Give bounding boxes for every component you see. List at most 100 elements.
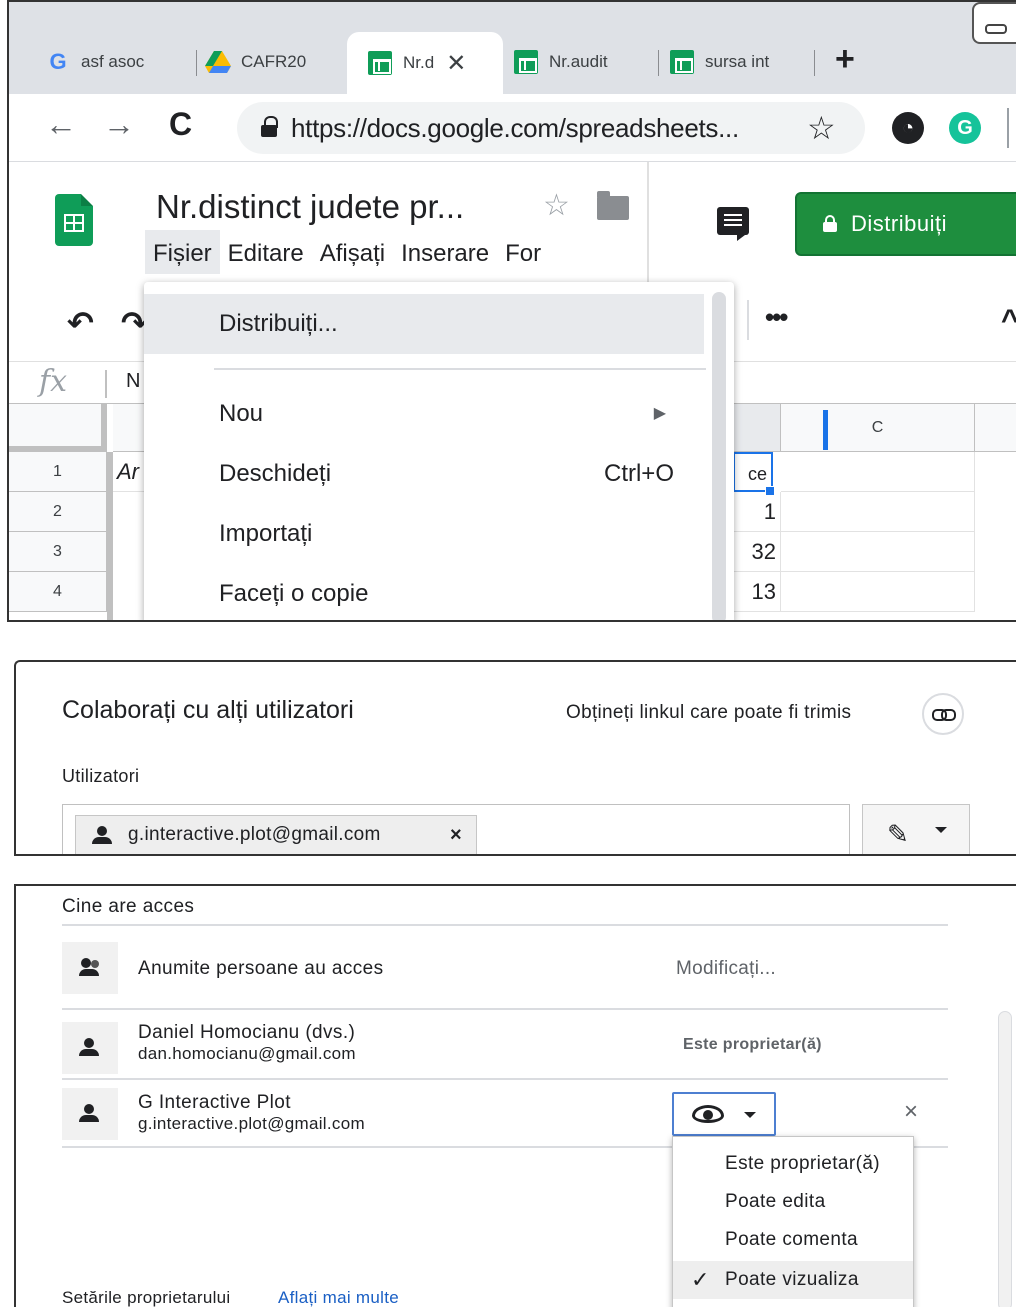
- back-arrow-icon[interactable]: ←: [45, 106, 77, 143]
- menu-item-label: Nou: [219, 400, 264, 427]
- row-header[interactable]: 3: [9, 532, 107, 572]
- cell-b3[interactable]: 32: [733, 532, 781, 572]
- dialog-title: Colaborați cu alți utilizatori: [62, 696, 354, 724]
- document-title[interactable]: Nr.distinct judete pr...: [156, 188, 464, 226]
- share-dialog: Colaborați cu alți utilizatori Obțineți …: [14, 660, 1016, 856]
- share-button[interactable]: Distribuiți: [795, 192, 1016, 256]
- menu-bar: Fișier Editare Afișați Inserare For: [145, 230, 549, 274]
- window-control-button[interactable]: [972, 2, 1016, 44]
- new-tab-button[interactable]: +: [835, 40, 855, 79]
- row-header[interactable]: 1: [9, 452, 107, 492]
- sheets-logo-icon[interactable]: [55, 194, 93, 246]
- grammarly-icon[interactable]: G: [949, 112, 981, 144]
- tab-label: asf asoc: [81, 52, 145, 71]
- role-option-comment[interactable]: Poate comenta: [673, 1221, 913, 1259]
- row-header[interactable]: 4: [9, 572, 107, 612]
- menu-item-label: Distribuiți...: [219, 310, 338, 337]
- shortcut-text: Ctrl+O: [603, 460, 674, 487]
- submenu-arrow-icon: ▶: [653, 405, 666, 422]
- share-label: Distribuiți: [851, 211, 947, 236]
- menu-item-make-copy[interactable]: Faceți o copie: [144, 564, 704, 620]
- sheets-icon: [367, 50, 393, 76]
- tab-nr-d-active[interactable]: Nr.d ✕: [347, 32, 503, 94]
- users-label: Utilizatori: [62, 766, 140, 786]
- column-header-b[interactable]: [733, 404, 781, 452]
- role-option-label: Poate vizualiza: [725, 1269, 859, 1290]
- sheets-icon: [669, 49, 695, 75]
- menu-scrollbar[interactable]: [712, 292, 726, 620]
- reload-icon[interactable]: C: [169, 106, 192, 143]
- cell-c4[interactable]: [781, 572, 975, 612]
- menu-insert[interactable]: Inserare: [393, 230, 497, 274]
- person-email: g.interactive.plot@gmail.com: [138, 1114, 365, 1133]
- menu-item-import[interactable]: Importați: [144, 504, 704, 564]
- row-header[interactable]: 2: [9, 492, 107, 532]
- comment-icon[interactable]: [717, 207, 749, 241]
- forward-arrow-icon[interactable]: →: [103, 106, 135, 143]
- tab-cafr[interactable]: CAFR20: [205, 40, 345, 84]
- menu-item-label: Faceți o copie: [219, 580, 369, 607]
- cell-c2[interactable]: [781, 492, 975, 532]
- cell-c1[interactable]: [781, 452, 975, 492]
- scrollbar[interactable]: [998, 1011, 1012, 1307]
- menu-item-open[interactable]: Deschideți Ctrl+O: [144, 444, 704, 504]
- tab-label: Nr.d: [403, 53, 435, 72]
- file-menu-dropdown: Distribuiți... Nou ▶ Deschideți Ctrl+O I…: [144, 282, 734, 620]
- sheets-icon: [513, 49, 539, 75]
- fx-icon: fx: [39, 364, 68, 399]
- learn-more-link[interactable]: Aflați mai multe: [278, 1288, 399, 1307]
- tab-asf[interactable]: G asf asoc: [45, 40, 197, 84]
- eye-icon: [692, 1105, 724, 1123]
- permission-button[interactable]: ✎: [862, 804, 970, 854]
- access-heading: Cine are acces: [62, 896, 195, 917]
- doc-header: Nr.distinct judete pr... ☆ Fișier Editar…: [9, 162, 1016, 282]
- star-icon[interactable]: ☆: [543, 188, 570, 223]
- avatar: [62, 1022, 118, 1074]
- checkmark-icon: ✓: [691, 1267, 710, 1292]
- close-icon[interactable]: ✕: [446, 49, 466, 78]
- menu-view[interactable]: Afișați: [312, 230, 393, 274]
- users-input[interactable]: g.interactive.plot@gmail.com ×: [62, 804, 850, 854]
- menu-item-share[interactable]: Distribuiți...: [144, 294, 704, 354]
- role-option-owner[interactable]: Este proprietar(ă): [673, 1145, 913, 1183]
- chevron-down-icon: [744, 1112, 756, 1118]
- access-panel: Cine are acces Anumite persoane au acces…: [14, 884, 1016, 1307]
- extension-icon[interactable]: ◔: [892, 112, 924, 144]
- lock-icon: [823, 215, 837, 233]
- undo-icon[interactable]: ↶: [67, 304, 94, 342]
- collapse-icon[interactable]: ^: [1001, 304, 1016, 338]
- formula-input[interactable]: N: [126, 370, 140, 393]
- menu-item-new[interactable]: Nou ▶: [144, 384, 704, 444]
- get-link-text[interactable]: Obțineți linkul care poate fi trimis: [566, 702, 851, 724]
- chip-remove-icon[interactable]: ×: [450, 816, 462, 854]
- cell-c3[interactable]: [781, 532, 975, 572]
- cell-b2[interactable]: 1: [733, 492, 781, 532]
- role-option-view[interactable]: ✓ Poate vizualiza: [673, 1261, 913, 1299]
- folder-icon[interactable]: [597, 191, 629, 220]
- tab-label: sursa int: [705, 52, 770, 71]
- chip-email: g.interactive.plot@gmail.com: [128, 824, 381, 845]
- link-icon[interactable]: [922, 693, 964, 735]
- menu-edit[interactable]: Editare: [220, 230, 312, 274]
- user-chip: g.interactive.plot@gmail.com ×: [75, 815, 477, 854]
- avatar: [62, 1088, 118, 1140]
- omnibox[interactable]: https://docs.google.com/spreadsheets... …: [237, 102, 865, 154]
- column-header-d[interactable]: [975, 404, 1016, 452]
- remove-person-button[interactable]: ×: [904, 1098, 918, 1126]
- tab-nr-audit[interactable]: Nr.audit: [513, 40, 659, 84]
- menu-format[interactable]: For: [497, 230, 549, 274]
- role-select[interactable]: [672, 1092, 776, 1136]
- drive-icon: [205, 49, 231, 75]
- change-access-link[interactable]: Modificați...: [676, 958, 776, 980]
- role-option-edit[interactable]: Poate edita: [673, 1183, 913, 1221]
- more-icon[interactable]: •••: [765, 302, 788, 333]
- chevron-down-icon: [935, 827, 947, 833]
- select-all-corner[interactable]: [9, 404, 107, 452]
- menu-file[interactable]: Fișier: [145, 230, 220, 274]
- menu-item-label: Importați: [219, 520, 313, 547]
- column-header-c[interactable]: C: [781, 404, 975, 452]
- bookmark-star-icon[interactable]: ☆: [807, 109, 836, 147]
- cell-b4[interactable]: 13: [733, 572, 781, 612]
- tab-sursa[interactable]: sursa int: [669, 40, 815, 84]
- column-resize-handle[interactable]: [823, 410, 828, 450]
